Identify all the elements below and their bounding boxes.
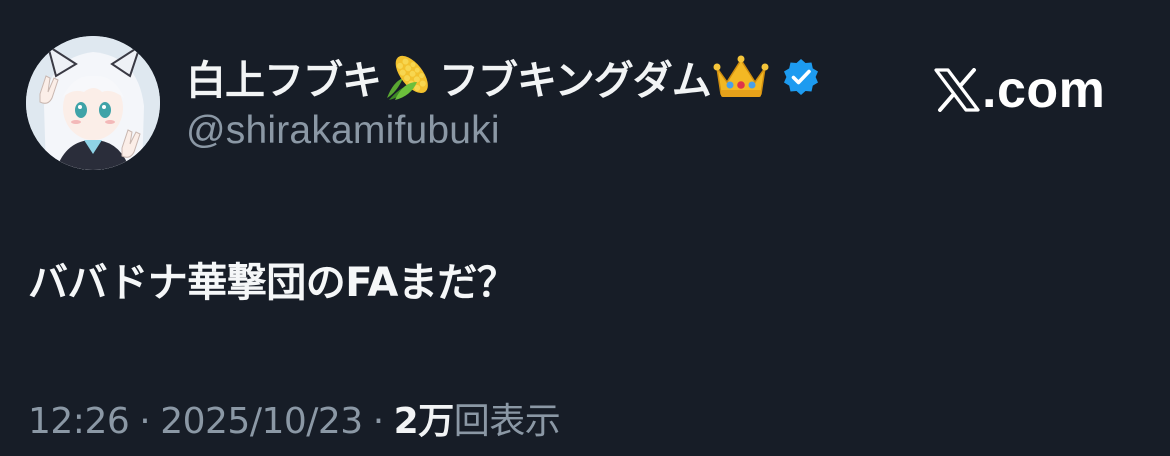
meta-separator: · [139, 401, 151, 442]
crown-icon [713, 52, 769, 102]
verified-badge-icon[interactable] [781, 57, 821, 97]
tweet-text: ババドナ華撃団のFAまだ？ [28, 260, 517, 306]
views-count: 2万 [393, 401, 455, 442]
views-label: 回表示 [453, 401, 561, 442]
author-name-row[interactable]: 白上フブキ フブキングダム [186, 50, 821, 104]
tweet-time[interactable]: 12:26 [28, 401, 130, 442]
brand-watermark: .com [934, 60, 1105, 120]
brand-text: .com [982, 61, 1106, 119]
meta-separator: · [372, 401, 384, 442]
tweet-date[interactable]: 2025/10/23 [160, 401, 363, 442]
avatar[interactable] [26, 36, 160, 170]
x-logo-icon [934, 68, 980, 112]
corn-icon [383, 52, 437, 102]
display-name-suffix: フブキングダム [439, 58, 712, 104]
display-name: 白上フブキ [186, 58, 382, 104]
author-handle[interactable]: @shirakamifubuki [186, 109, 500, 153]
tweet-meta: 12:26 · 2025/10/23 · 2万回表示 [28, 392, 561, 444]
avatar-image [26, 36, 160, 170]
